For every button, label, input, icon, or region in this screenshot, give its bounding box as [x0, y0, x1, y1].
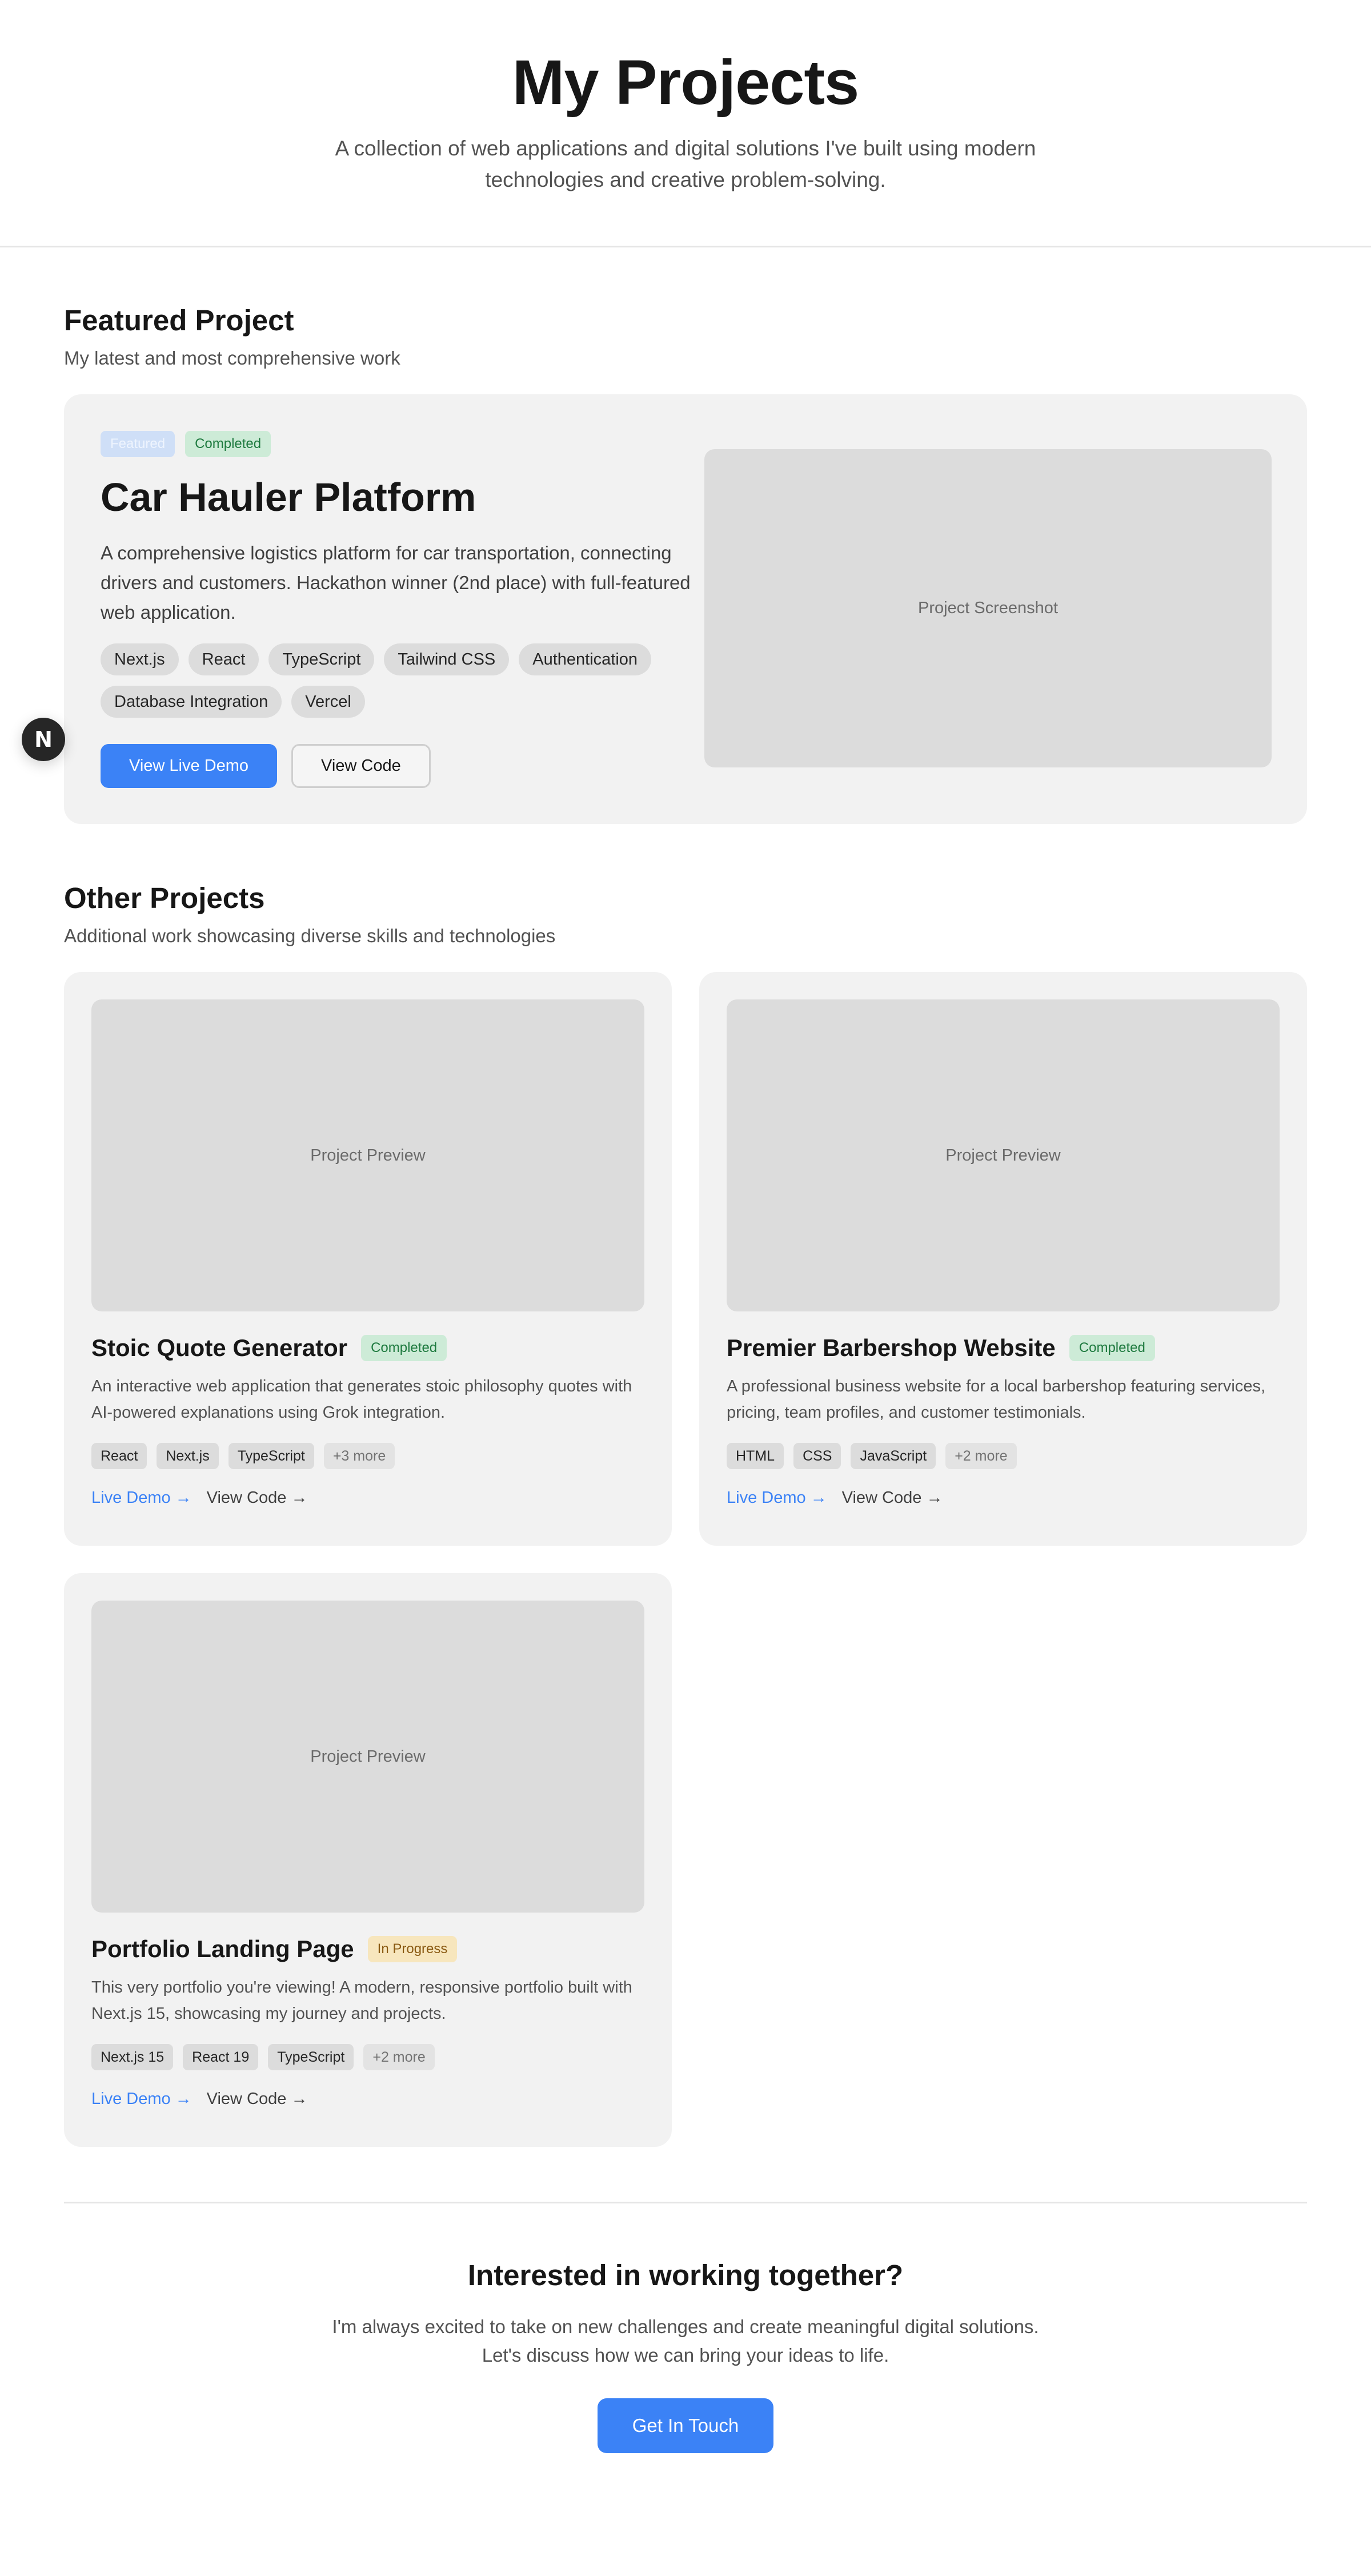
tech-tag: CSS — [793, 1443, 841, 1469]
other-projects-heading: Other Projects — [64, 882, 265, 914]
view-code-button[interactable]: View Code — [291, 744, 431, 788]
project-links: Live Demo → View Code → — [91, 1486, 307, 1509]
project-screenshot-placeholder: Project Screenshot — [704, 449, 1272, 767]
projects-grid: Project Preview Stoic Quote Generator Co… — [64, 972, 1307, 2147]
project-title: Stoic Quote Generator — [91, 1334, 348, 1361]
project-title: Portfolio Landing Page — [91, 1935, 354, 1962]
preview-label: Project Preview — [310, 1146, 426, 1165]
get-in-touch-button[interactable]: Get In Touch — [598, 2398, 773, 2453]
contact-cta-section: Interested in working together? I'm alwa… — [64, 2202, 1307, 2453]
project-title-row: Premier Barbershop Website Completed — [727, 1333, 1280, 1363]
status-badge: Completed — [1069, 1335, 1155, 1361]
tech-pill: React — [188, 643, 259, 675]
project-title-row: Portfolio Landing Page In Progress — [91, 1934, 644, 1964]
screenshot-label: Project Screenshot — [917, 599, 1058, 617]
status-badge: Completed — [361, 1335, 447, 1361]
tech-pill: Database Integration — [101, 686, 282, 718]
other-projects-section: Other Projects Additional work showcasin… — [64, 824, 1307, 2147]
cta-title: Interested in working together? — [467, 2259, 904, 2291]
preview-label: Project Preview — [310, 1747, 426, 1766]
project-tags: Next.js 15 React 19 TypeScript +2 more — [91, 2044, 644, 2070]
featured-project-info: Featured Completed Car Hauler Platform A… — [101, 431, 729, 788]
featured-project-title: Car Hauler Platform — [101, 475, 476, 519]
view-live-demo-button[interactable]: View Live Demo — [101, 744, 278, 788]
project-description: An interactive web application that gene… — [91, 1377, 632, 1422]
status-badge: In Progress — [367, 1936, 458, 1962]
featured-actions: View Live Demo View Code — [101, 744, 729, 788]
featured-section: Featured Project My latest and most comp… — [64, 247, 1307, 824]
live-demo-link[interactable]: Live Demo → — [727, 1486, 827, 1509]
project-card: Project Preview Stoic Quote Generator Co… — [64, 972, 672, 1546]
tech-tag: HTML — [727, 1443, 784, 1469]
other-projects-subheading: Additional work showcasing diverse skill… — [64, 925, 556, 946]
featured-subheading: My latest and most comprehensive work — [64, 347, 400, 369]
tech-pill: Tailwind CSS — [384, 643, 510, 675]
live-demo-link[interactable]: Live Demo → — [91, 1486, 192, 1509]
tech-tag: React 19 — [183, 2044, 259, 2070]
project-description: A professional business website for a lo… — [727, 1377, 1266, 1422]
project-links: Live Demo → View Code → — [727, 1486, 943, 1509]
tech-tag: React — [91, 1443, 147, 1469]
more-tags-tag: +2 more — [363, 2044, 435, 2070]
more-tags-tag: +2 more — [945, 1443, 1017, 1469]
project-card: Project Preview Portfolio Landing Page I… — [64, 1573, 672, 2147]
project-links: Live Demo → View Code → — [91, 2087, 307, 2110]
preview-label: Project Preview — [945, 1146, 1061, 1165]
main-content: Featured Project My latest and most comp… — [64, 247, 1307, 2453]
cta-text: I'm always excited to take on new challe… — [332, 2316, 1039, 2366]
tech-pill: Authentication — [519, 643, 652, 675]
live-demo-link[interactable]: Live Demo → — [91, 2087, 192, 2110]
featured-heading: Featured Project — [64, 304, 294, 337]
project-preview-placeholder: Project Preview — [91, 1601, 644, 1913]
project-preview-placeholder: Project Preview — [727, 999, 1280, 1311]
featured-project-description: A comprehensive logistics platform for c… — [101, 542, 691, 623]
view-code-link[interactable]: View Code → — [207, 1486, 308, 1509]
tech-tag: JavaScript — [851, 1443, 936, 1469]
more-tags-tag: +3 more — [323, 1443, 395, 1469]
tech-pill: Next.js — [101, 643, 179, 675]
project-tags: HTML CSS JavaScript +2 more — [727, 1443, 1280, 1469]
tech-pill: TypeScript — [268, 643, 375, 675]
featured-project-card: Featured Completed Car Hauler Platform A… — [64, 394, 1307, 824]
project-description: This very portfolio you're viewing! A mo… — [91, 1978, 632, 2023]
featured-badges: Featured Completed — [101, 431, 729, 457]
tech-stack-list: Next.js React TypeScript Tailwind CSS Au… — [101, 643, 672, 718]
tech-tag: Next.js — [157, 1443, 219, 1469]
page-title: My Projects — [512, 47, 859, 118]
page-header: My Projects A collection of web applicat… — [0, 0, 1371, 247]
view-code-link[interactable]: View Code → — [207, 2087, 308, 2110]
featured-badge: Featured — [101, 431, 175, 457]
view-code-link[interactable]: View Code → — [842, 1486, 943, 1509]
project-title: Premier Barbershop Website — [727, 1334, 1056, 1361]
project-tags: React Next.js TypeScript +3 more — [91, 1443, 644, 1469]
status-badge: Completed — [185, 431, 271, 457]
tech-pill: Vercel — [291, 686, 365, 718]
nextjs-logo-icon[interactable]: N — [22, 718, 65, 761]
project-card: Project Preview Premier Barbershop Websi… — [699, 972, 1307, 1546]
project-preview-placeholder: Project Preview — [91, 999, 644, 1311]
page-subtitle: A collection of web applications and dig… — [335, 137, 1036, 191]
tech-tag: Next.js 15 — [91, 2044, 174, 2070]
tech-tag: TypeScript — [268, 2044, 354, 2070]
project-title-row: Stoic Quote Generator Completed — [91, 1333, 644, 1363]
tech-tag: TypeScript — [228, 1443, 314, 1469]
nav-toggle-glyph: N — [34, 727, 53, 752]
